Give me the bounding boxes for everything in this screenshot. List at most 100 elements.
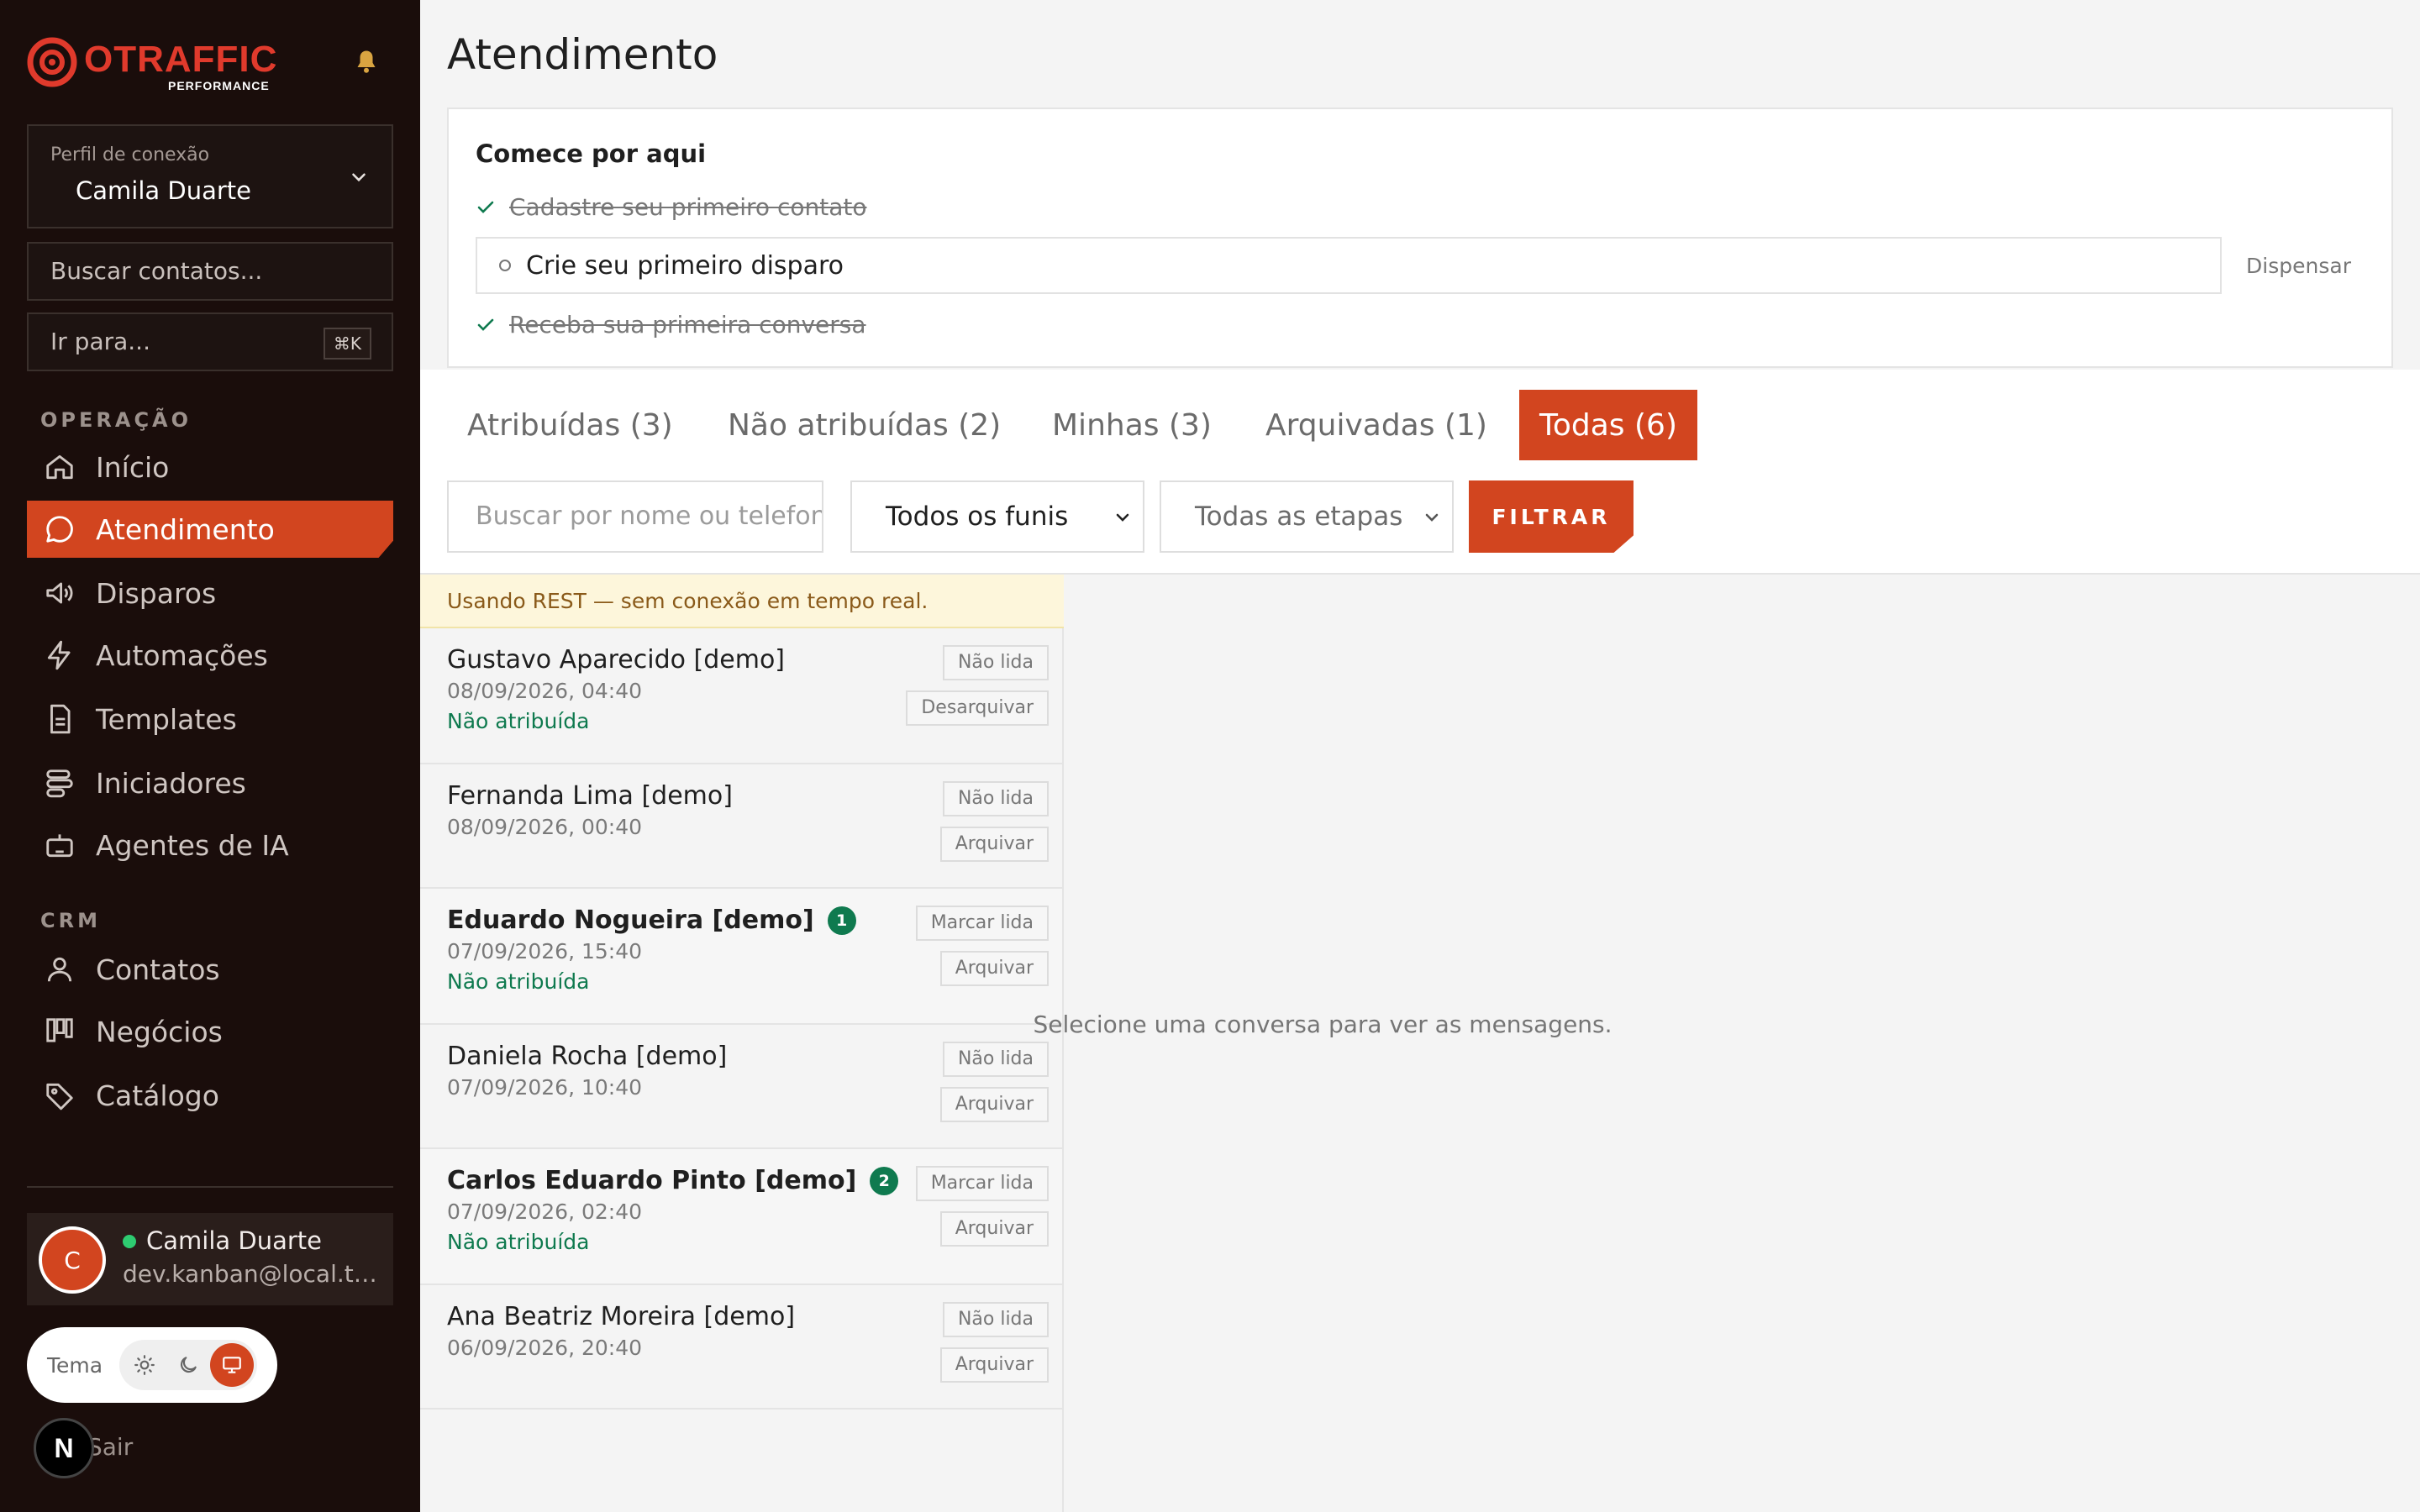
sidebar-item-label: Negócios [96, 1015, 223, 1048]
list-item[interactable]: Gustavo Aparecido [demo] 08/09/2026, 04:… [420, 628, 1062, 764]
sidebar-item-disparos[interactable]: Disparos [27, 564, 393, 622]
list-item[interactable]: Ana Beatriz Moreira [demo] 06/09/2026, 2… [420, 1285, 1062, 1410]
goto-placeholder: Ir para... [50, 328, 150, 355]
chat-icon [42, 512, 77, 547]
mark-unread-button[interactable]: Não lida [942, 645, 1049, 680]
contact-name: Eduardo Nogueira [demo] 1 [447, 906, 856, 935]
tab-atribuidas[interactable]: Atribuídas (3) [447, 390, 693, 460]
mark-unread-button[interactable]: Não lida [942, 781, 1049, 816]
onboarding-step-label: Receba sua primeira conversa [509, 311, 866, 339]
conversation-date: 08/09/2026, 00:40 [447, 815, 643, 839]
connection-profile-select[interactable]: Perfil de conexão Camila Duarte [27, 124, 393, 228]
conversation-date: 08/09/2026, 04:40 [447, 679, 643, 703]
onboarding-step-done[interactable]: Receba sua primeira conversa [476, 311, 866, 339]
next-dev-badge[interactable]: N [34, 1418, 94, 1478]
sidebar-item-label: Início [96, 450, 170, 484]
moon-icon[interactable] [166, 1343, 210, 1387]
archive-button[interactable]: Arquivar [939, 1211, 1049, 1247]
avatar: C [39, 1226, 106, 1294]
sidebar: OTRAFFIC PERFORMANCE Perfil de conexão C… [0, 0, 420, 1512]
search-placeholder: Buscar por nome ou telefone [476, 501, 823, 531]
mark-unread-button[interactable]: Não lida [942, 1042, 1049, 1077]
mark-read-button[interactable]: Marcar lida [915, 906, 1049, 941]
theme-label: Tema [47, 1352, 103, 1378]
tab-todas[interactable]: Todas (6) [1519, 390, 1698, 460]
sidebar-item-label: Templates [96, 702, 237, 736]
sidebar-item-templates[interactable]: Templates [27, 690, 393, 748]
dismiss-button[interactable]: Dispensar [2246, 254, 2351, 278]
sidebar-item-catalogo[interactable]: Catálogo [27, 1067, 393, 1124]
mark-read-button[interactable]: Marcar lida [915, 1166, 1049, 1201]
conversation-date: 07/09/2026, 10:40 [447, 1075, 643, 1100]
bolt-icon [42, 638, 77, 673]
unread-count-badge: 2 [870, 1166, 899, 1195]
stage-select[interactable]: Todas as etapas [1160, 480, 1454, 553]
document-icon [42, 701, 77, 737]
tab-minhas[interactable]: Minhas (3) [1032, 390, 1232, 460]
profile-caption: Perfil de conexão [50, 144, 210, 165]
sidebar-item-atendimento[interactable]: Atendimento [27, 501, 393, 558]
list-item[interactable]: Fernanda Lima [demo] 08/09/2026, 00:40 N… [420, 764, 1062, 889]
theme-options [119, 1340, 258, 1390]
layers-icon [42, 765, 77, 801]
sidebar-item-automacoes[interactable]: Automações [27, 627, 393, 684]
mark-unread-button[interactable]: Não lida [942, 1302, 1049, 1337]
stage-selected: Todas as etapas [1195, 501, 1403, 532]
onboarding-step-label: Crie seu primeiro disparo [526, 250, 844, 281]
goto-command-input[interactable]: Ir para... ⌘K [27, 312, 393, 371]
user-email: dev.kanban@local.test [123, 1260, 383, 1288]
list-item[interactable]: Carlos Eduardo Pinto [demo] 2 07/09/2026,… [420, 1149, 1062, 1285]
sidebar-item-label: Contatos [96, 953, 220, 986]
sidebar-item-label: Iniciadores [96, 766, 246, 800]
contact-name: Ana Beatriz Moreira [demo] [447, 1302, 796, 1331]
archive-button[interactable]: Arquivar [939, 827, 1049, 862]
tab-arquivadas[interactable]: Arquivadas (1) [1245, 390, 1507, 460]
brand-name: OTRAFFIC [84, 39, 278, 80]
conversation-search-input[interactable]: Buscar por nome ou telefone [447, 480, 823, 553]
logout-button[interactable]: Sair [87, 1433, 133, 1461]
kanban-icon [42, 1014, 77, 1049]
sidebar-item-inicio[interactable]: Início [27, 438, 393, 496]
page-title: Atendimento [447, 30, 718, 79]
onboarding-step-done[interactable]: Cadastre seu primeiro contato [476, 193, 866, 221]
assignment-status: Não atribuída [447, 1230, 590, 1254]
onboarding-step-label: Cadastre seu primeiro contato [509, 193, 867, 221]
sun-icon[interactable] [123, 1343, 166, 1387]
list-item[interactable]: Daniela Rocha [demo] 07/09/2026, 10:40 N… [420, 1025, 1062, 1149]
contact-search-placeholder: Buscar contatos... [50, 257, 263, 285]
sidebar-item-label: Atendimento [96, 512, 275, 546]
main-content: Atendimento Comece por aqui Cadastre seu… [420, 0, 2420, 1512]
chevron-down-icon [348, 166, 370, 188]
tag-icon [42, 1078, 77, 1113]
check-icon [476, 197, 496, 218]
unarchive-button[interactable]: Desarquivar [906, 690, 1049, 726]
sidebar-item-label: Agentes de IA [96, 828, 289, 862]
user-name: Camila Duarte [146, 1226, 322, 1255]
realtime-notice: Usando REST — sem conexão em tempo real. [420, 575, 1064, 628]
sidebar-item-agentes-ia[interactable]: Agentes de IA [27, 816, 393, 874]
theme-switcher: Tema [27, 1327, 277, 1403]
nav-scroll-fade [27, 1134, 393, 1159]
bell-icon[interactable] [351, 47, 381, 77]
funnel-select[interactable]: Todos os funis [850, 480, 1144, 553]
chevron-down-icon [1113, 507, 1133, 528]
user-card[interactable]: C Camila Duarte dev.kanban@local.test [27, 1213, 393, 1305]
tab-nao-atribuidas[interactable]: Não atribuídas (2) [708, 390, 1021, 460]
contact-name: Fernanda Lima [demo] [447, 781, 733, 811]
sidebar-item-iniciadores[interactable]: Iniciadores [27, 754, 393, 811]
conversation-date: 07/09/2026, 02:40 [447, 1200, 643, 1224]
contact-search-input[interactable]: Buscar contatos... [27, 242, 393, 301]
sidebar-item-contatos[interactable]: Contatos [27, 941, 393, 998]
sidebar-item-negocios[interactable]: Negócios [27, 1003, 393, 1060]
brand-logo[interactable]: OTRAFFIC PERFORMANCE [25, 34, 286, 92]
archive-button[interactable]: Arquivar [939, 951, 1049, 986]
archive-button[interactable]: Arquivar [939, 1087, 1049, 1122]
home-icon [42, 449, 77, 485]
list-item[interactable]: Eduardo Nogueira [demo] 1 07/09/2026, 15:… [420, 889, 1062, 1025]
archive-button[interactable]: Arquivar [939, 1347, 1049, 1383]
filter-button[interactable]: FILTRAR [1469, 480, 1634, 553]
monitor-icon[interactable] [210, 1343, 255, 1387]
onboarding-step-current[interactable]: Crie seu primeiro disparo [476, 237, 2222, 294]
contact-name: Gustavo Aparecido [demo] [447, 645, 786, 675]
circle-icon [499, 260, 511, 271]
